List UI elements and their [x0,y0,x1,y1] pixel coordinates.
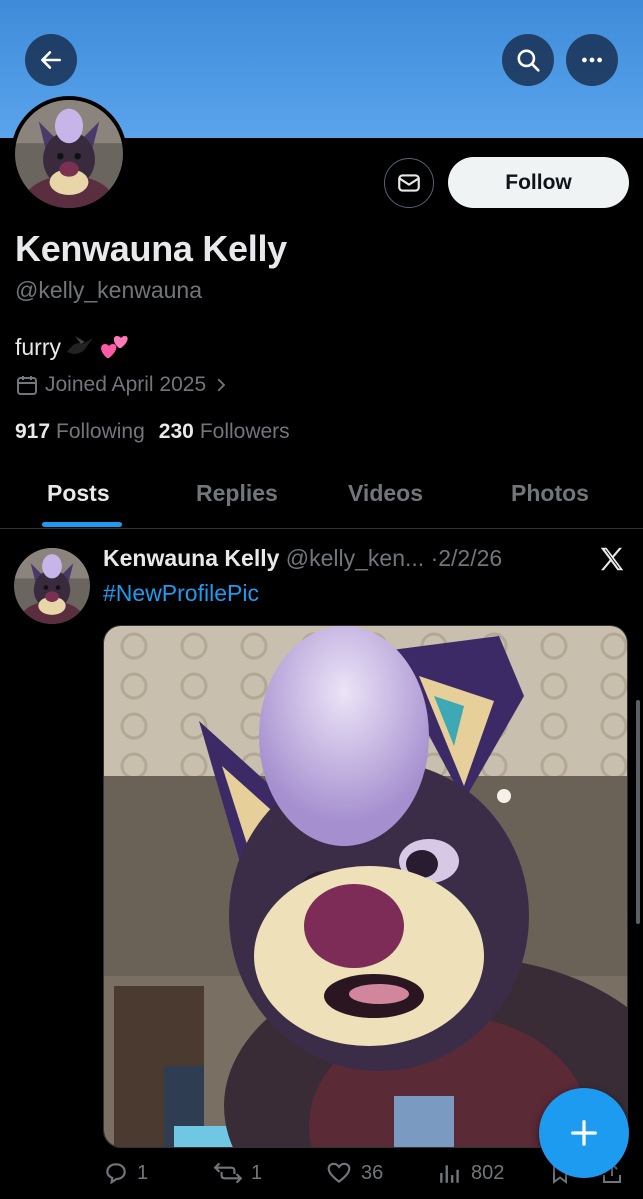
following-count: 917 [15,420,51,443]
tab-photos[interactable]: Photos [511,480,589,507]
more-button[interactable] [566,34,618,86]
profile-tabs: Posts Replies Videos Photos [0,470,643,529]
fursuit-photo [104,626,627,1147]
profile-avatar[interactable] [11,96,127,212]
message-icon [398,174,420,192]
post-header: Kenwauna Kelly @kelly_ken... ·2/2/26 [103,545,502,572]
reply-button[interactable]: 1 [103,1160,148,1186]
follow-stats: 917 Following 230 Followers [15,420,290,444]
following-link[interactable]: 917 Following [15,420,145,444]
plus-icon [571,1120,597,1146]
repost-count: 1 [251,1161,263,1184]
tab-replies[interactable]: Replies [196,480,278,507]
post-author-handle[interactable]: @kelly_ken... [286,545,424,571]
heart-icon [327,1162,351,1184]
joined-date: Joined April 2025 [45,373,207,396]
profile-bio: furry [15,332,131,362]
back-button[interactable] [25,34,77,86]
post-media-image[interactable] [103,625,628,1148]
search-icon [517,49,540,72]
reply-count: 1 [137,1161,149,1184]
message-button[interactable] [384,158,434,208]
chevron-right-icon [217,378,226,392]
followers-link[interactable]: 230 Followers [159,420,290,444]
compose-post-button[interactable] [539,1088,629,1178]
x-logo-icon [600,547,624,571]
views-chart-icon [440,1165,459,1183]
like-button[interactable]: 36 [325,1160,383,1186]
joined-date-row[interactable]: Joined April 2025 [15,373,230,397]
post-hashtag-link[interactable]: #NewProfilePic [103,580,259,607]
back-arrow-icon [41,51,61,69]
active-tab-indicator [42,522,122,527]
calendar-icon [17,376,37,395]
followers-count: 230 [158,420,194,443]
reply-icon [106,1163,126,1185]
repost-icon [213,1162,243,1184]
fursuit-avatar-image [15,100,123,208]
post-author-avatar[interactable] [13,547,91,625]
scrollbar[interactable] [636,700,640,924]
black-bird-emoji [67,336,93,354]
follow-button[interactable]: Follow [448,157,629,208]
like-count: 36 [361,1161,384,1184]
repost-button[interactable]: 1 [213,1160,262,1186]
followers-label: Followers [199,420,290,443]
profile-name: Kenwauna Kelly [15,228,287,269]
views-button[interactable]: 802 [437,1160,504,1186]
following-label: Following [56,420,145,443]
search-button[interactable] [502,34,554,86]
bio-text: furry [15,333,61,360]
post-author-name[interactable]: Kenwauna Kelly [103,545,279,571]
two-hearts-emoji [101,336,128,358]
profile-handle: @kelly_kenwauna [15,277,203,303]
tab-posts[interactable]: Posts [47,480,110,507]
more-icon [582,57,602,63]
tab-videos[interactable]: Videos [348,480,423,507]
fursuit-avatar-image-small [14,548,90,624]
views-count: 802 [471,1161,505,1184]
post-date[interactable]: 2/2/26 [438,545,502,571]
